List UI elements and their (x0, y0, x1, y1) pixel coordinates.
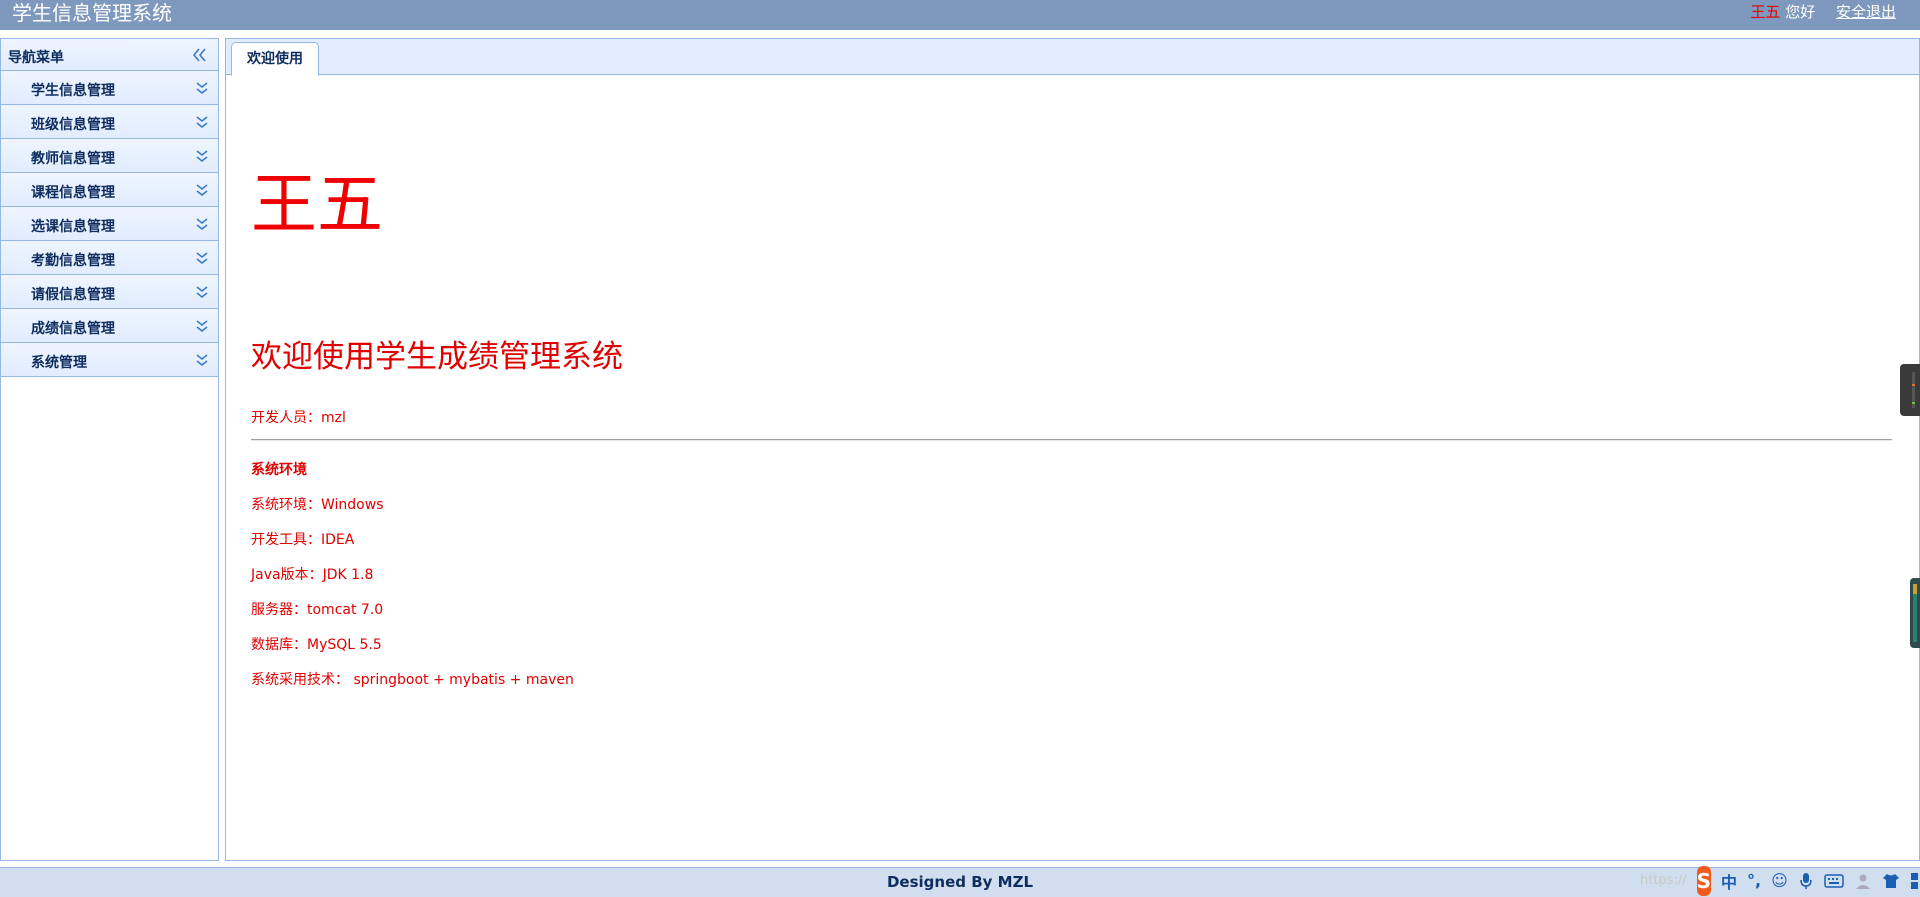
widget-indicator-icon (1912, 372, 1915, 408)
logout-link[interactable]: 安全退出 (1836, 3, 1896, 21)
emoji-icon[interactable]: ☺ (1771, 870, 1788, 892)
chevron-double-down-icon (196, 320, 208, 333)
side-widget-top[interactable] (1900, 364, 1920, 416)
chevron-double-down-icon (196, 354, 208, 367)
ime-mode-label[interactable]: 中 (1721, 870, 1737, 892)
skin-shirt-icon[interactable] (1882, 870, 1900, 892)
footer-text: Designed By MZL (886, 873, 1034, 891)
sidebar-item-label: 学生信息管理 (31, 83, 115, 99)
env-line: 系统采用技术： springboot + mybatis + maven (251, 672, 574, 688)
punctuation-icon[interactable]: °, (1747, 870, 1761, 892)
chevron-double-down-icon (196, 150, 208, 163)
env-line: 数据库：MySQL 5.5 (251, 637, 382, 653)
welcome-heading: 欢迎使用学生成绩管理系统 (251, 339, 623, 375)
main-panel: 欢迎使用 王五 欢迎使用学生成绩管理系统 开发人员：mzl 系统环境 系统环境：… (225, 38, 1920, 861)
tab-welcome[interactable]: 欢迎使用 (231, 42, 319, 76)
sidebar-item-label: 班级信息管理 (31, 117, 115, 133)
sidebar-item-label: 请假信息管理 (31, 287, 115, 303)
env-line: 系统环境：Windows (251, 497, 384, 513)
sidebar-item-label: 选课信息管理 (31, 219, 115, 235)
sidebar-item[interactable]: 选课信息管理 (1, 207, 218, 241)
sidebar-item[interactable]: 成绩信息管理 (1, 309, 218, 343)
chevron-double-down-icon (196, 184, 208, 197)
user-name-large: 王五 (251, 166, 383, 243)
sidebar-item[interactable]: 系统管理 (1, 343, 218, 377)
sidebar-title: 导航菜单 (8, 50, 64, 66)
sidebar-item[interactable]: 学生信息管理 (1, 71, 218, 105)
app-title: 学生信息管理系统 (12, 1, 172, 25)
tabs-bar: 欢迎使用 (226, 39, 1919, 76)
nav-menu: 学生信息管理 班级信息管理 教师信息管理 课程信息管理 选课信息管理 考勤信息管理 请假信息… (1, 71, 218, 377)
sogou-logo-icon[interactable]: S (1696, 865, 1712, 896)
sidebar-item-label: 系统管理 (31, 355, 87, 371)
env-heading: 系统环境 (251, 462, 307, 478)
sidebar-item-label: 成绩信息管理 (31, 321, 115, 337)
toolbox-grid-icon[interactable] (1910, 870, 1920, 892)
sidebar: 导航菜单 学生信息管理 班级信息管理 教师信息管理 课程信息管理 选课信息管理 考勤信息管… (0, 38, 219, 861)
sidebar-item[interactable]: 班级信息管理 (1, 105, 218, 139)
sidebar-item-label: 考勤信息管理 (31, 253, 115, 269)
sidebar-item[interactable]: 考勤信息管理 (1, 241, 218, 275)
chevron-double-down-icon (196, 218, 208, 231)
sidebar-item-label: 课程信息管理 (31, 185, 115, 201)
developer-line: 开发人员：mzl (251, 410, 346, 426)
side-widget-bottom[interactable] (1910, 578, 1920, 648)
env-line: 服务器：tomcat 7.0 (251, 602, 384, 618)
env-line: 开发工具：IDEA (251, 532, 355, 548)
microphone-icon[interactable] (1798, 870, 1814, 892)
level-meter-icon (1913, 584, 1917, 642)
ime-toolbar: https:// S 中 °, ☺ (1630, 864, 1920, 897)
chevron-double-down-icon (196, 116, 208, 129)
sidebar-header: 导航菜单 (1, 39, 218, 71)
sidebar-item[interactable]: 课程信息管理 (1, 173, 218, 207)
app-header: 学生信息管理系统 王五 您好 安全退出 (0, 0, 1920, 30)
watermark-text: https:// (1640, 873, 1687, 888)
greeting-text: 您好 (1785, 3, 1816, 21)
user-account-icon[interactable] (1854, 870, 1872, 892)
collapse-left-icon[interactable] (190, 46, 208, 64)
chevron-double-down-icon (196, 82, 208, 95)
sidebar-item-label: 教师信息管理 (31, 151, 115, 167)
env-line: Java版本：JDK 1.8 (251, 567, 374, 583)
keyboard-icon[interactable] (1824, 870, 1844, 892)
sidebar-item[interactable]: 教师信息管理 (1, 139, 218, 173)
chevron-double-down-icon (196, 286, 208, 299)
sidebar-item[interactable]: 请假信息管理 (1, 275, 218, 309)
current-user-name: 王五 (1750, 3, 1781, 21)
user-area: 王五 您好 安全退出 (1750, 2, 1896, 22)
divider (251, 439, 1892, 441)
chevron-double-down-icon (196, 252, 208, 265)
